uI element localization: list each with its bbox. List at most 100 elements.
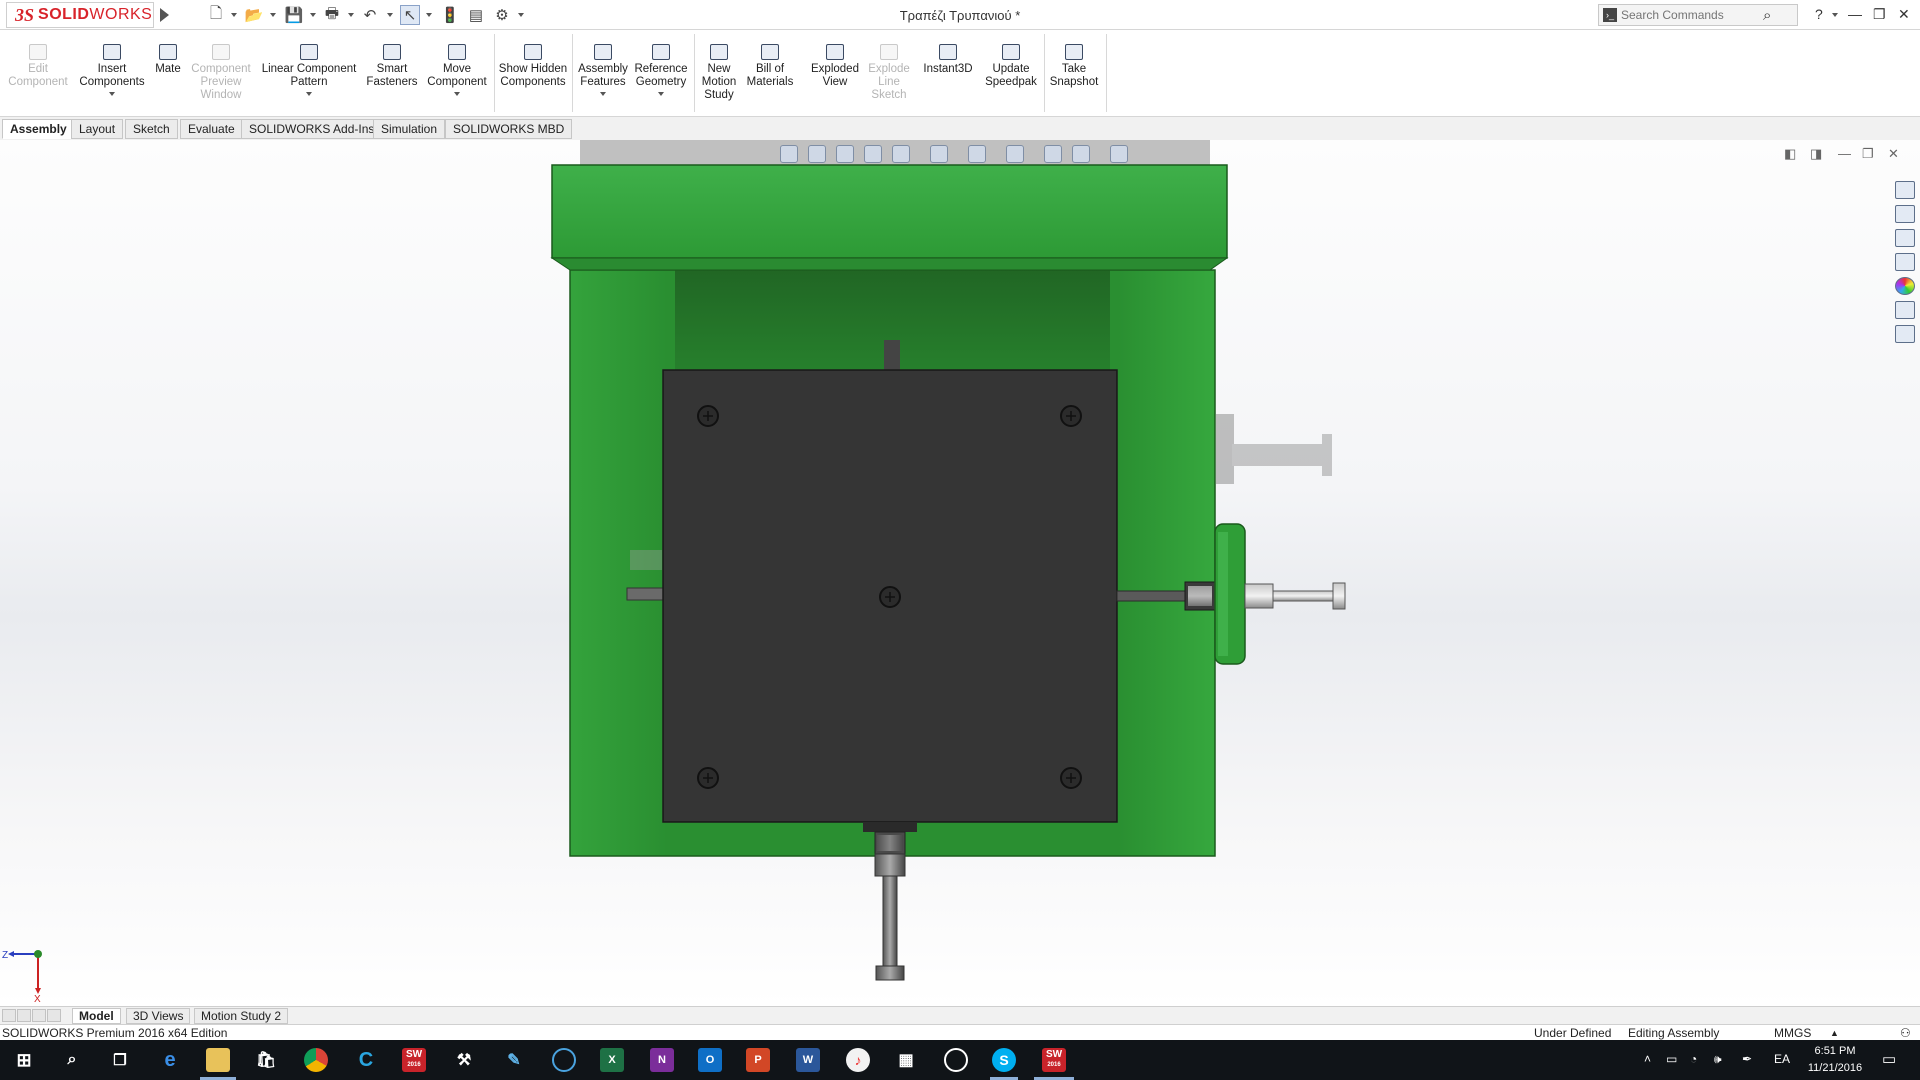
previous-tab-icon[interactable] [17, 1009, 31, 1022]
tab-simulation[interactable]: Simulation [373, 119, 446, 139]
right-lead-screw [1116, 590, 1188, 602]
outlook-icon[interactable]: O [698, 1048, 722, 1072]
word-icon[interactable]: W [796, 1048, 820, 1072]
notification-icon[interactable]: ▭ [1882, 1050, 1896, 1068]
volume-icon[interactable]: 🕪 [1714, 1052, 1722, 1067]
edge-icon[interactable]: e [158, 1048, 182, 1072]
tab-sketch[interactable]: Sketch [125, 119, 178, 139]
network-icon[interactable]: ◔ [1690, 1052, 1697, 1066]
tab-layout[interactable]: Layout [71, 119, 124, 139]
camera-icon [1065, 44, 1083, 60]
view-palette-icon[interactable] [1895, 253, 1915, 271]
vpn-icon[interactable] [552, 1048, 576, 1072]
file-explorer-icon[interactable] [1895, 229, 1915, 247]
move-component-button[interactable]: Move Component [422, 44, 492, 96]
reference-geometry-button[interactable]: Reference Geometry [632, 44, 690, 96]
mate-button[interactable]: Mate [150, 44, 186, 76]
tab-solidworks-addins[interactable]: SOLIDWORKS Add-Ins [241, 119, 383, 139]
first-tab-icon[interactable] [2, 1009, 16, 1022]
language-indicator[interactable]: EA [1774, 1052, 1790, 1066]
triad-z-label: Z [2, 950, 8, 961]
ccleaner-icon[interactable]: C [354, 1048, 378, 1072]
edit-component-button[interactable]: Edit Component [4, 44, 72, 89]
status-help-icon[interactable]: ⚇ [1900, 1026, 1911, 1040]
new-motion-study-button[interactable]: New Motion Study [698, 44, 740, 102]
instant3d-icon [939, 44, 957, 60]
edit-component-icon [29, 44, 47, 60]
file-explorer-taskbar-icon[interactable] [206, 1048, 230, 1072]
clock-date: 11/21/2016 [1807, 1062, 1863, 1074]
status-bar: SOLIDWORKS Premium 2016 x64 Edition Unde… [0, 1024, 1920, 1040]
units-dropdown-icon[interactable]: ▲ [1830, 1028, 1839, 1038]
close-icon[interactable]: ✕ [1898, 6, 1910, 23]
component-preview-window-button[interactable]: Component Preview Window [188, 44, 254, 102]
show-hidden-components-button[interactable]: Show Hidden Components [498, 44, 568, 89]
alarms-icon[interactable] [944, 1048, 968, 1072]
last-tab-icon[interactable] [47, 1009, 61, 1022]
calculator-icon[interactable]: ▦ [894, 1048, 918, 1072]
paint-icon[interactable]: ✎ [502, 1048, 526, 1072]
windows-start-icon[interactable]: ⊞ [12, 1048, 36, 1072]
search-commands-box[interactable]: ›_ ⌕ [1598, 4, 1798, 26]
onenote-icon[interactable]: N [650, 1048, 674, 1072]
ribbon-separator [572, 34, 573, 112]
pen-icon[interactable]: ✒ [1742, 1052, 1752, 1066]
reference-triad: Z X [2, 950, 42, 1002]
toolbox-icon[interactable]: ⚒ [452, 1048, 476, 1072]
dropdown-icon[interactable] [454, 92, 460, 96]
solidworks-2016-icon[interactable]: SW 2016 [402, 1048, 426, 1072]
task-view-icon[interactable]: ❐ [108, 1048, 132, 1072]
tab-assembly[interactable]: Assembly [2, 119, 75, 139]
insert-components-button[interactable]: Insert Components [76, 44, 148, 96]
wheel-shadow [1216, 414, 1332, 484]
appearances-icon[interactable] [1895, 277, 1915, 295]
home-icon[interactable] [1895, 181, 1915, 199]
itunes-icon[interactable]: ♪ [846, 1048, 870, 1072]
top-pin [884, 340, 900, 372]
next-tab-icon[interactable] [32, 1009, 46, 1022]
smart-fasteners-button[interactable]: Smart Fasteners [364, 44, 420, 89]
dropdown-icon[interactable] [600, 92, 606, 96]
bill-of-materials-button[interactable]: Bill of Materials [746, 44, 794, 89]
help-dropdown-icon[interactable] [1832, 13, 1838, 17]
minimize-icon[interactable]: — [1848, 6, 1862, 22]
show-hidden-icons-icon[interactable]: ˄ [1644, 1052, 1651, 1066]
tab-evaluate[interactable]: Evaluate [180, 119, 243, 139]
forum-icon[interactable] [1895, 325, 1915, 343]
exploded-view-button[interactable]: Exploded View [804, 44, 866, 89]
custom-properties-icon[interactable] [1895, 301, 1915, 319]
design-library-icon[interactable] [1895, 205, 1915, 223]
command-manager-tabs: Assembly Layout Sketch Evaluate SOLIDWOR… [0, 116, 1920, 140]
help-button[interactable]: ? [1815, 6, 1823, 22]
solidworks-taskbar-icon[interactable]: SW 2016 [1042, 1048, 1066, 1072]
tab-solidworks-mbd[interactable]: SOLIDWORKS MBD [445, 119, 573, 139]
skype-icon[interactable]: S [992, 1048, 1016, 1072]
drill-table-model[interactable] [0, 140, 1920, 1006]
powerpoint-icon[interactable]: P [746, 1048, 770, 1072]
editing-mode-status: Editing Assembly [1628, 1026, 1720, 1040]
linear-component-pattern-button[interactable]: Linear Component Pattern [258, 44, 360, 96]
assembly-features-button[interactable]: Assembly Features [576, 44, 630, 96]
store-icon[interactable]: 🛍 [254, 1048, 278, 1072]
graphics-area[interactable]: ◧ ◨ — ❐ ✕ Z X [0, 140, 1920, 1006]
dropdown-icon[interactable] [306, 92, 312, 96]
units-selector[interactable]: MMGS [1774, 1026, 1811, 1040]
dropdown-icon[interactable] [658, 92, 664, 96]
update-speedpak-button[interactable]: Update Speedpak [982, 44, 1040, 89]
search-taskbar-icon[interactable]: ⌕ [60, 1048, 84, 1072]
explode-line-sketch-button[interactable]: Explode Line Sketch [864, 44, 914, 102]
battery-icon[interactable]: ▭ [1666, 1052, 1677, 1066]
restore-icon[interactable]: ❐ [1873, 6, 1886, 23]
take-snapshot-button[interactable]: Take Snapshot [1046, 44, 1102, 89]
search-icon[interactable]: ⌕ [1763, 7, 1771, 24]
tab-model[interactable]: Model [72, 1008, 121, 1024]
dropdown-icon[interactable] [109, 92, 115, 96]
search-input[interactable] [1621, 8, 1761, 22]
clock[interactable]: 6:51 PM 11/21/2016 [1800, 1043, 1870, 1077]
tab-3d-views[interactable]: 3D Views [126, 1008, 191, 1024]
instant3d-button[interactable]: Instant3D [920, 44, 976, 76]
excel-icon[interactable]: X [600, 1048, 624, 1072]
chrome-icon[interactable] [304, 1048, 328, 1072]
tab-motion-study-2[interactable]: Motion Study 2 [194, 1008, 289, 1024]
edition-label: SOLIDWORKS Premium 2016 x64 Edition [2, 1026, 228, 1040]
